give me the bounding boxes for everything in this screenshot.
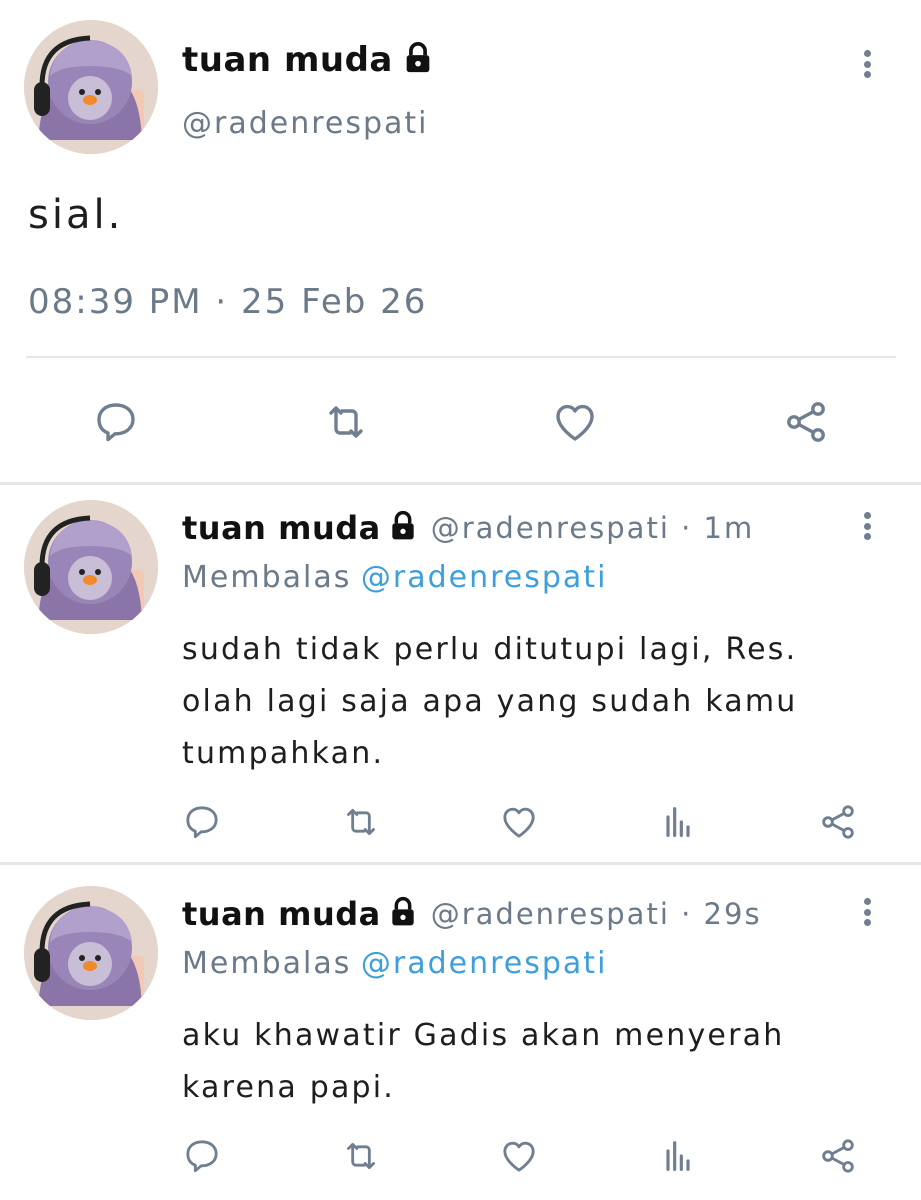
share-button[interactable] <box>816 1134 860 1178</box>
text-line: aku khawatir Gadis akan menyerah <box>182 1018 785 1053</box>
like-button[interactable] <box>496 800 542 844</box>
more-options-button[interactable] <box>862 898 872 926</box>
avatar[interactable] <box>24 20 158 154</box>
divider <box>26 356 896 358</box>
display-name[interactable]: tuan muda <box>182 40 393 80</box>
like-button[interactable] <box>546 394 604 450</box>
avatar[interactable] <box>24 500 158 634</box>
more-options-button[interactable] <box>862 50 872 78</box>
handle[interactable]: @radenrespati <box>182 106 429 141</box>
display-name[interactable]: tuan muda <box>182 895 381 933</box>
lock-icon <box>387 896 419 932</box>
display-name-row: tuan muda <box>182 40 435 80</box>
share-button[interactable] <box>816 800 860 844</box>
like-button[interactable] <box>496 1134 542 1178</box>
text-line: sudah tidak perlu ditutupi lagi, Res. <box>182 632 798 667</box>
replying-label: Membalas <box>182 946 352 981</box>
display-name[interactable]: tuan muda <box>182 509 381 547</box>
mention-link[interactable]: @radenrespati <box>361 946 608 981</box>
lock-icon <box>387 510 419 546</box>
replying-to: Membalas @radenrespati <box>182 946 607 981</box>
section-separator <box>0 862 921 865</box>
text-line: tumpahkan. <box>182 736 385 771</box>
replying-to: Membalas @radenrespati <box>182 560 607 595</box>
mention-link[interactable]: @radenrespati <box>361 560 608 595</box>
reply-button[interactable] <box>180 1134 224 1178</box>
reply-button[interactable] <box>88 394 144 450</box>
section-separator <box>0 482 921 485</box>
reply-text: sudah tidak perlu ditutupi lagi, Res. ol… <box>182 624 798 780</box>
views-button[interactable] <box>656 1134 700 1178</box>
handle-time[interactable]: @radenrespati · 1m <box>431 511 755 545</box>
views-button[interactable] <box>656 800 700 844</box>
lock-icon <box>401 41 435 79</box>
reply-text: aku khawatir Gadis akan menyerah karena … <box>182 1010 784 1114</box>
handle-time[interactable]: @radenrespati · 29s <box>431 897 762 931</box>
retweet-button[interactable] <box>338 800 384 844</box>
reply-header: tuan muda @radenrespati · 1m <box>182 506 754 550</box>
reply-header: tuan muda @radenrespati · 29s <box>182 892 762 936</box>
reply-button[interactable] <box>180 800 224 844</box>
text-line: olah lagi saja apa yang sudah kamu <box>182 684 798 719</box>
retweet-button[interactable] <box>338 1134 384 1178</box>
replying-label: Membalas <box>182 560 352 595</box>
more-options-button[interactable] <box>862 512 872 540</box>
retweet-button[interactable] <box>316 394 376 450</box>
timestamp: 08:39 PM · 25 Feb 26 <box>28 282 428 322</box>
tweet-text: sial. <box>28 192 124 238</box>
share-button[interactable] <box>778 394 834 450</box>
avatar[interactable] <box>24 886 158 1020</box>
text-line: karena papi. <box>182 1070 396 1105</box>
